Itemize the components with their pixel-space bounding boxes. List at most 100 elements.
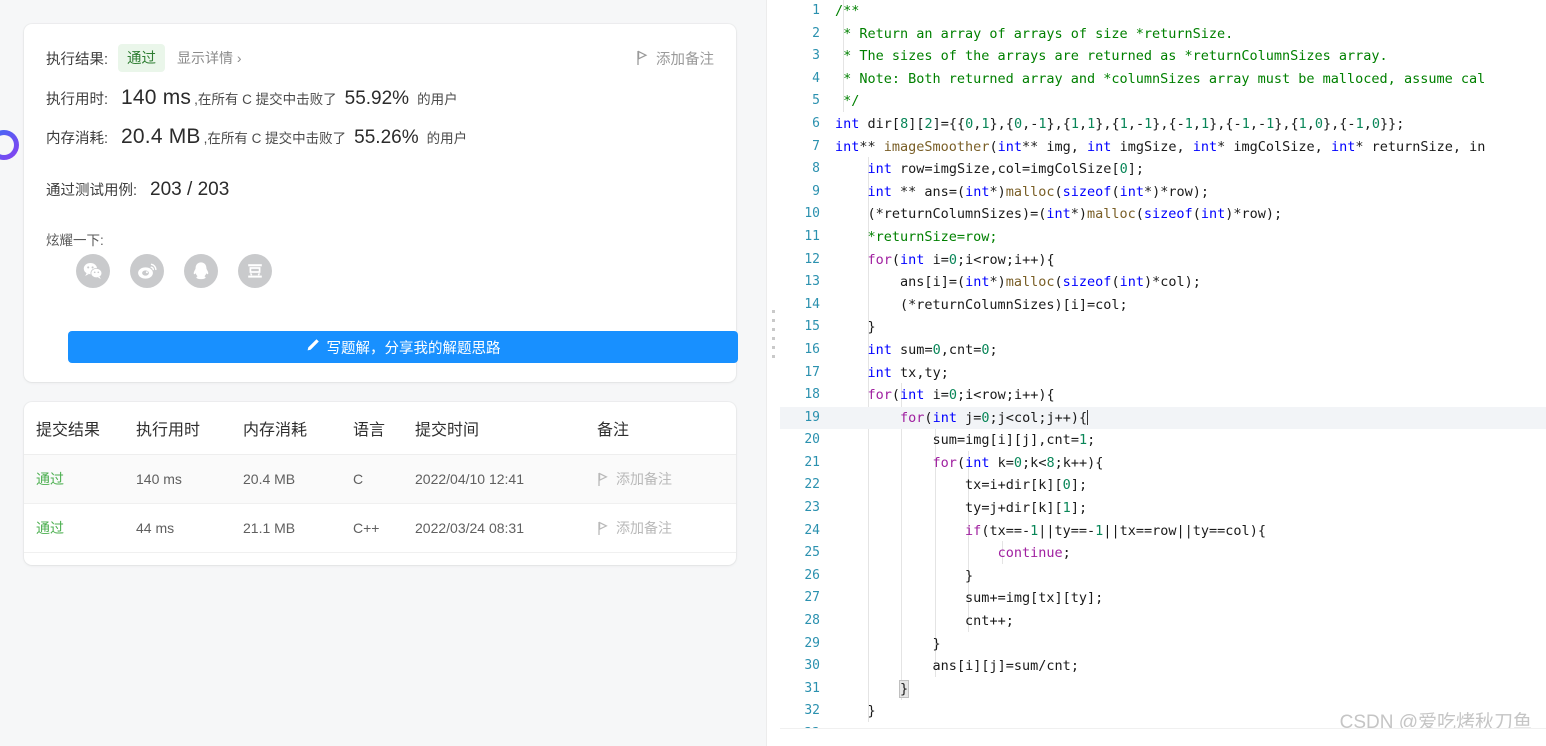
code-text[interactable]: int** imageSmoother(int** img, int imgSi…	[835, 136, 1485, 159]
th-note: 备注	[597, 402, 736, 455]
code-text[interactable]: * Return an array of arrays of size *ret…	[835, 23, 1233, 46]
code-text[interactable]: }	[835, 700, 876, 723]
code-text[interactable]: int row=imgSize,col=imgColSize[0];	[835, 158, 1144, 181]
qq-share-icon[interactable]	[184, 254, 218, 288]
runtime-percent: 55.92%	[344, 88, 410, 109]
code-text[interactable]: int sum=0,cnt=0;	[835, 339, 998, 362]
code-text[interactable]: ty=j+dir[k][1];	[835, 497, 1087, 520]
code-line[interactable]: 16 int sum=0,cnt=0;	[780, 339, 1546, 362]
add-note-cell-button[interactable]: 添加备注	[597, 518, 736, 538]
code-text[interactable]: for(int i=0;i<row;i++){	[835, 249, 1055, 272]
code-text[interactable]: }	[835, 565, 973, 588]
code-text[interactable]: /**	[835, 0, 859, 23]
line-number: 1	[812, 3, 820, 18]
flag-icon	[597, 472, 616, 487]
code-line[interactable]: 22 tx=i+dir[k][0];	[780, 474, 1546, 497]
line-number: 26	[804, 567, 820, 583]
cell-note[interactable]: 添加备注	[597, 503, 736, 553]
code-text[interactable]: sum+=img[tx][ty];	[835, 587, 1103, 610]
line-number: 3	[812, 48, 820, 64]
code-lines-container[interactable]: 1/** 2 * Return an array of arrays of siz…	[780, 0, 1546, 746]
line-number: 28	[804, 613, 820, 629]
code-line[interactable]: 18 for(int i=0;i<row;i++){	[780, 384, 1546, 407]
table-row[interactable]: 通过 44 ms 21.1 MB C++ 2022/03/24 08:31 添加…	[24, 503, 736, 553]
testcases-value: 203 / 203	[150, 179, 230, 200]
add-note-cell-button[interactable]: 添加备注	[597, 469, 736, 489]
code-line[interactable]: 1 /**	[780, 0, 1546, 23]
line-number: 8	[812, 161, 820, 177]
code-text[interactable]: int tx,ty;	[835, 362, 949, 385]
line-number: 7	[812, 138, 820, 154]
add-note-button[interactable]: 添加备注	[636, 48, 714, 69]
cell-language: C	[353, 454, 415, 504]
code-line[interactable]: 7 int** imageSmoother(int** img, int imgS…	[780, 136, 1546, 159]
floating-circle-icon[interactable]	[0, 130, 19, 160]
code-line[interactable]: 27 sum+=img[tx][ty];	[780, 587, 1546, 610]
code-line[interactable]: 21 for(int k=0;k<8;k++){	[780, 452, 1546, 475]
panel-resize-handle[interactable]	[766, 0, 780, 746]
code-text[interactable]: int dir[8][2]={{0,1},{0,-1},{1,1},{1,-1}…	[835, 113, 1404, 136]
douban-share-icon[interactable]	[238, 254, 272, 288]
code-line[interactable]: 10 (*returnColumnSizes)=(int*)malloc(siz…	[780, 203, 1546, 226]
code-text[interactable]: * The sizes of the arrays are returned a…	[835, 45, 1388, 68]
cell-status[interactable]: 通过	[24, 454, 136, 504]
code-line[interactable]: 9 int ** ans=(int*)malloc(sizeof(int*)*r…	[780, 181, 1546, 204]
wechat-share-icon[interactable]	[76, 254, 110, 288]
code-line[interactable]: 8 int row=imgSize,col=imgColSize[0];	[780, 158, 1546, 181]
code-text[interactable]: for(int j=0;j<col;j++){	[835, 407, 1089, 430]
code-line[interactable]: 29 }	[780, 633, 1546, 656]
code-text[interactable]: int ** ans=(int*)malloc(sizeof(int*)*row…	[835, 181, 1210, 204]
code-line[interactable]: 23 ty=j+dir[k][1];	[780, 497, 1546, 520]
cell-note[interactable]: 添加备注	[597, 454, 736, 504]
code-line[interactable]: 3 * The sizes of the arrays are returned…	[780, 45, 1546, 68]
code-text[interactable]: *returnSize=row;	[835, 226, 998, 249]
code-line[interactable]: 20 sum=img[i][j],cnt=1;	[780, 429, 1546, 452]
table-row[interactable]: 通过 140 ms 20.4 MB C 2022/04/10 12:41 添加备…	[24, 454, 736, 504]
weibo-share-icon[interactable]	[130, 254, 164, 288]
code-line[interactable]: 24 if(tx==-1||ty==-1||tx==row||ty==col){	[780, 520, 1546, 543]
code-text[interactable]: (*returnColumnSizes)[i]=col;	[835, 294, 1128, 317]
line-number: 2	[812, 25, 820, 41]
code-line[interactable]: 17 int tx,ty;	[780, 362, 1546, 385]
write-solution-button[interactable]: 写题解，分享我的解题思路	[68, 331, 738, 363]
code-line[interactable]: 14 (*returnColumnSizes)[i]=col;	[780, 294, 1546, 317]
line-number: 16	[804, 341, 820, 357]
code-line[interactable]: 2 * Return an array of arrays of size *r…	[780, 23, 1546, 46]
code-line[interactable]: 19 for(int j=0;j<col;j++){	[780, 406, 1546, 430]
code-text[interactable]: }	[835, 316, 876, 339]
code-text[interactable]: */	[835, 90, 859, 113]
add-note-cell-label: 添加备注	[616, 471, 672, 487]
line-number: 31	[804, 680, 820, 696]
cell-time: 2022/03/24 08:31	[415, 503, 597, 553]
cell-status[interactable]: 通过	[24, 503, 136, 553]
code-text[interactable]: }	[835, 678, 910, 701]
code-text[interactable]: for(int k=0;k<8;k++){	[835, 452, 1104, 475]
code-text[interactable]: continue;	[835, 542, 1071, 565]
code-line[interactable]: 12 for(int i=0;i<row;i++){	[780, 249, 1546, 272]
line-number: 23	[804, 500, 820, 516]
code-editor[interactable]: 1/** 2 * Return an array of arrays of siz…	[780, 0, 1546, 746]
code-text[interactable]: for(int i=0;i<row;i++){	[835, 384, 1055, 407]
code-text[interactable]: * Note: Both returned array and *columnS…	[835, 68, 1485, 91]
code-line[interactable]: 31 }	[780, 678, 1546, 701]
code-line[interactable]: 5 */	[780, 90, 1546, 113]
code-line[interactable]: 28 cnt++;	[780, 610, 1546, 633]
code-line[interactable]: 15 }	[780, 316, 1546, 339]
code-text[interactable]: }	[835, 633, 941, 656]
runtime-row: 执行用时: 140 ms ,在所有 C 提交中击败了 55.92% 的用户	[46, 86, 458, 110]
code-line[interactable]: 25 continue;	[780, 542, 1546, 565]
code-text[interactable]: if(tx==-1||ty==-1||tx==row||ty==col){	[835, 520, 1266, 543]
code-text[interactable]: cnt++;	[835, 610, 1014, 633]
code-line[interactable]: 26 }	[780, 565, 1546, 588]
code-text[interactable]: (*returnColumnSizes)=(int*)malloc(sizeof…	[835, 203, 1283, 226]
code-line[interactable]: 13 ans[i]=(int*)malloc(sizeof(int)*col);	[780, 271, 1546, 294]
code-line[interactable]: 6 int dir[8][2]={{0,1},{0,-1},{1,1},{1,-1…	[780, 113, 1546, 136]
code-line[interactable]: 11 *returnSize=row;	[780, 226, 1546, 249]
code-text[interactable]: tx=i+dir[k][0];	[835, 474, 1087, 497]
code-text[interactable]: ans[i]=(int*)malloc(sizeof(int)*col);	[835, 271, 1201, 294]
code-line[interactable]: 30 ans[i][j]=sum/cnt;	[780, 655, 1546, 678]
code-line[interactable]: 4 * Note: Both returned array and *colum…	[780, 68, 1546, 91]
code-text[interactable]: sum=img[i][j],cnt=1;	[835, 429, 1096, 452]
show-detail-link[interactable]: 显示详情 ›	[177, 48, 242, 68]
code-text[interactable]: ans[i][j]=sum/cnt;	[835, 655, 1079, 678]
